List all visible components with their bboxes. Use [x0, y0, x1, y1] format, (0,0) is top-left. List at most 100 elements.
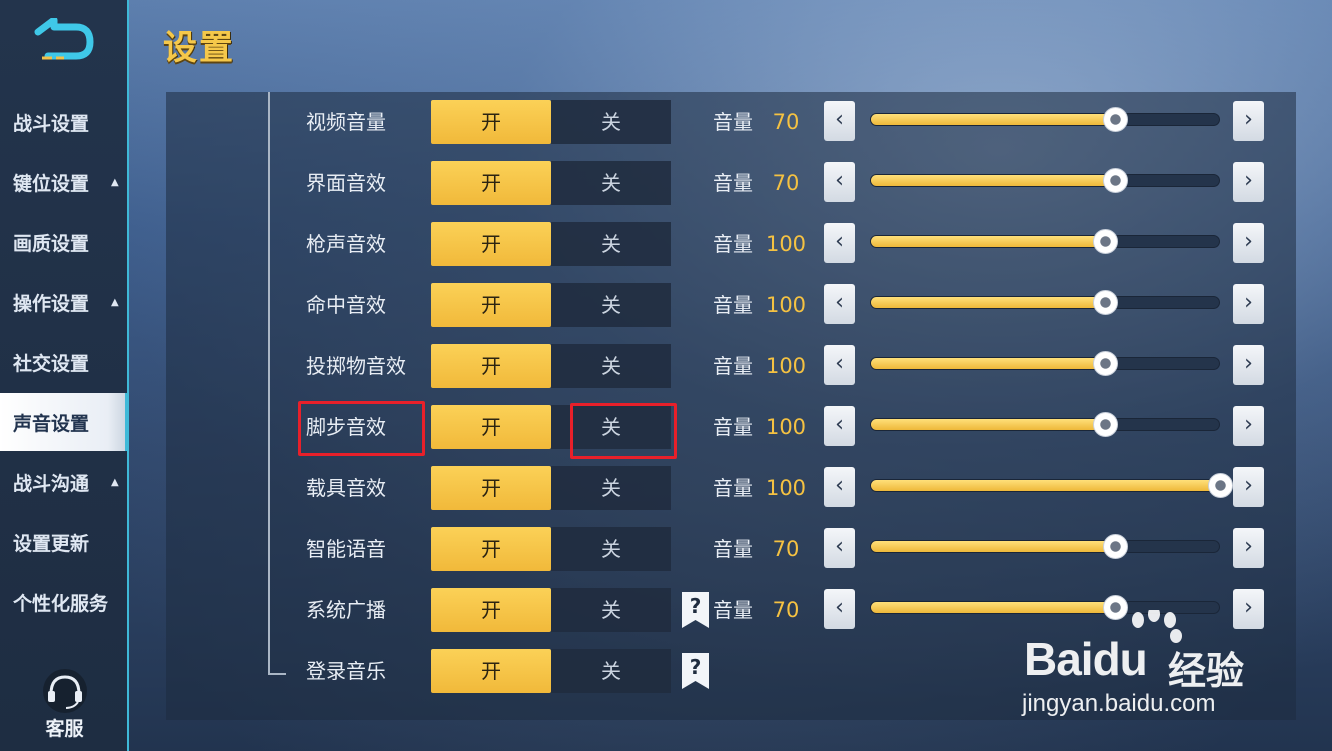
volume-increase-icon[interactable]: › [1233, 345, 1264, 385]
toggle-on-button[interactable]: 开 [431, 161, 551, 205]
volume-slider-knob[interactable] [1103, 107, 1128, 132]
volume-slider-knob[interactable] [1093, 229, 1118, 254]
volume-decrease-icon[interactable]: ‹ [824, 162, 855, 202]
volume-increase-icon[interactable]: › [1233, 467, 1264, 507]
volume-label: 音量 [713, 171, 753, 195]
volume-increase-icon[interactable]: › [1233, 101, 1264, 141]
toggle-off-button[interactable]: 关 [551, 161, 671, 205]
volume-slider-knob[interactable] [1093, 290, 1118, 315]
volume-increase-icon[interactable]: › [1233, 162, 1264, 202]
volume-value: 100 [765, 415, 807, 439]
toggle-on-button[interactable]: 开 [431, 222, 551, 266]
volume-value: 100 [765, 232, 807, 256]
volume-decrease-icon[interactable]: ‹ [824, 223, 855, 263]
toggle-off-button[interactable]: 关 [551, 527, 671, 571]
toggle-on-button[interactable]: 开 [431, 100, 551, 144]
page-title: 设置 [163, 28, 235, 68]
sound-row: 命中音效 开关 音量 100 ‹ › [0, 283, 1332, 344]
volume-label: 音量 [713, 476, 753, 500]
toggle-on-button[interactable]: 开 [431, 344, 551, 388]
sound-row-label: 系统广播 [306, 598, 386, 622]
toggle-on-button[interactable]: 开 [431, 283, 551, 327]
volume-decrease-icon[interactable]: ‹ [824, 528, 855, 568]
watermark-url: jingyan.baidu.com [1022, 690, 1216, 717]
toggle-off-button[interactable]: 关 [551, 588, 671, 632]
volume-decrease-icon[interactable]: ‹ [824, 101, 855, 141]
toggle-on-button[interactable]: 开 [431, 649, 551, 693]
volume-label: 音量 [713, 415, 753, 439]
volume-slider[interactable] [870, 412, 1220, 437]
watermark-brand: Baidu [1024, 633, 1148, 685]
toggle-on-button[interactable]: 开 [431, 588, 551, 632]
volume-slider[interactable] [870, 168, 1220, 193]
volume-value: 70 [772, 110, 800, 134]
sound-row: 投掷物音效 开关 音量 100 ‹ › [0, 344, 1332, 405]
volume-slider-fill [871, 480, 1221, 491]
help-icon[interactable]: ? [682, 592, 709, 628]
volume-increase-icon[interactable]: › [1233, 406, 1264, 446]
volume-slider[interactable] [870, 107, 1220, 132]
toggle-off-button[interactable]: 关 [551, 466, 671, 510]
sound-row: 智能语音 开关 音量 70 ‹ › [0, 527, 1332, 588]
volume-slider[interactable] [870, 473, 1233, 498]
volume-increase-icon[interactable]: › [1233, 223, 1264, 263]
volume-increase-icon[interactable]: › [1233, 284, 1264, 324]
svg-text:?: ? [690, 655, 702, 679]
support-label[interactable]: 客服 [0, 714, 129, 741]
highlight-footstep-off [570, 403, 677, 459]
volume-label: 音量 [713, 232, 753, 256]
volume-slider-knob[interactable] [1093, 351, 1118, 376]
back-arrow-icon[interactable] [34, 18, 96, 62]
sound-row: 载具音效 开关 音量 100 ‹ › [0, 466, 1332, 527]
volume-label: 音量 [713, 537, 753, 561]
svg-text:?: ? [690, 594, 702, 618]
highlight-footstep-label [298, 401, 425, 456]
volume-decrease-icon[interactable]: ‹ [824, 284, 855, 324]
volume-slider-knob[interactable] [1093, 412, 1118, 437]
volume-value: 100 [765, 354, 807, 378]
toggle-off-button[interactable]: 关 [551, 283, 671, 327]
toggle-off-button[interactable]: 关 [551, 222, 671, 266]
volume-slider-knob[interactable] [1208, 473, 1233, 498]
volume-decrease-icon[interactable]: ‹ [824, 406, 855, 446]
volume-increase-icon[interactable]: › [1233, 528, 1264, 568]
volume-slider-knob[interactable] [1103, 168, 1128, 193]
toggle-off-button[interactable]: 关 [551, 100, 671, 144]
sound-row-label: 智能语音 [306, 537, 386, 561]
volume-slider-fill [871, 419, 1106, 430]
volume-slider-fill [871, 114, 1116, 125]
sound-row-label: 界面音效 [306, 171, 386, 195]
volume-decrease-icon[interactable]: ‹ [824, 589, 855, 629]
volume-slider-fill [871, 541, 1116, 552]
toggle-on-button[interactable]: 开 [431, 527, 551, 571]
toggle-off-button[interactable]: 关 [551, 649, 671, 693]
sound-row-label: 载具音效 [306, 476, 386, 500]
help-icon[interactable]: ? [682, 653, 709, 689]
toggle-on-button[interactable]: 开 [431, 466, 551, 510]
volume-decrease-icon[interactable]: ‹ [824, 345, 855, 385]
volume-slider[interactable] [870, 229, 1220, 254]
volume-value: 100 [765, 293, 807, 317]
toggle-on-button[interactable]: 开 [431, 405, 551, 449]
volume-slider-fill [871, 175, 1116, 186]
volume-value: 70 [772, 537, 800, 561]
volume-value: 100 [765, 476, 807, 500]
volume-label: 音量 [713, 598, 753, 622]
sound-row: 枪声音效 开关 音量 100 ‹ › [0, 222, 1332, 283]
sound-row: 界面音效 开关 音量 70 ‹ › [0, 161, 1332, 222]
volume-label: 音量 [713, 110, 753, 134]
volume-slider[interactable] [870, 290, 1220, 315]
volume-slider-fill [871, 236, 1106, 247]
volume-decrease-icon[interactable]: ‹ [824, 467, 855, 507]
volume-slider-fill [871, 358, 1106, 369]
volume-value: 70 [772, 598, 800, 622]
volume-label: 音量 [713, 354, 753, 378]
sound-row: 视频音量 开关 音量 70 ‹ › [0, 100, 1332, 161]
volume-slider[interactable] [870, 351, 1220, 376]
volume-slider[interactable] [870, 534, 1220, 559]
volume-label: 音量 [713, 293, 753, 317]
sound-row-label: 投掷物音效 [306, 354, 406, 378]
volume-slider-knob[interactable] [1103, 534, 1128, 559]
sound-row-label: 登录音乐 [306, 659, 386, 683]
toggle-off-button[interactable]: 关 [551, 344, 671, 388]
